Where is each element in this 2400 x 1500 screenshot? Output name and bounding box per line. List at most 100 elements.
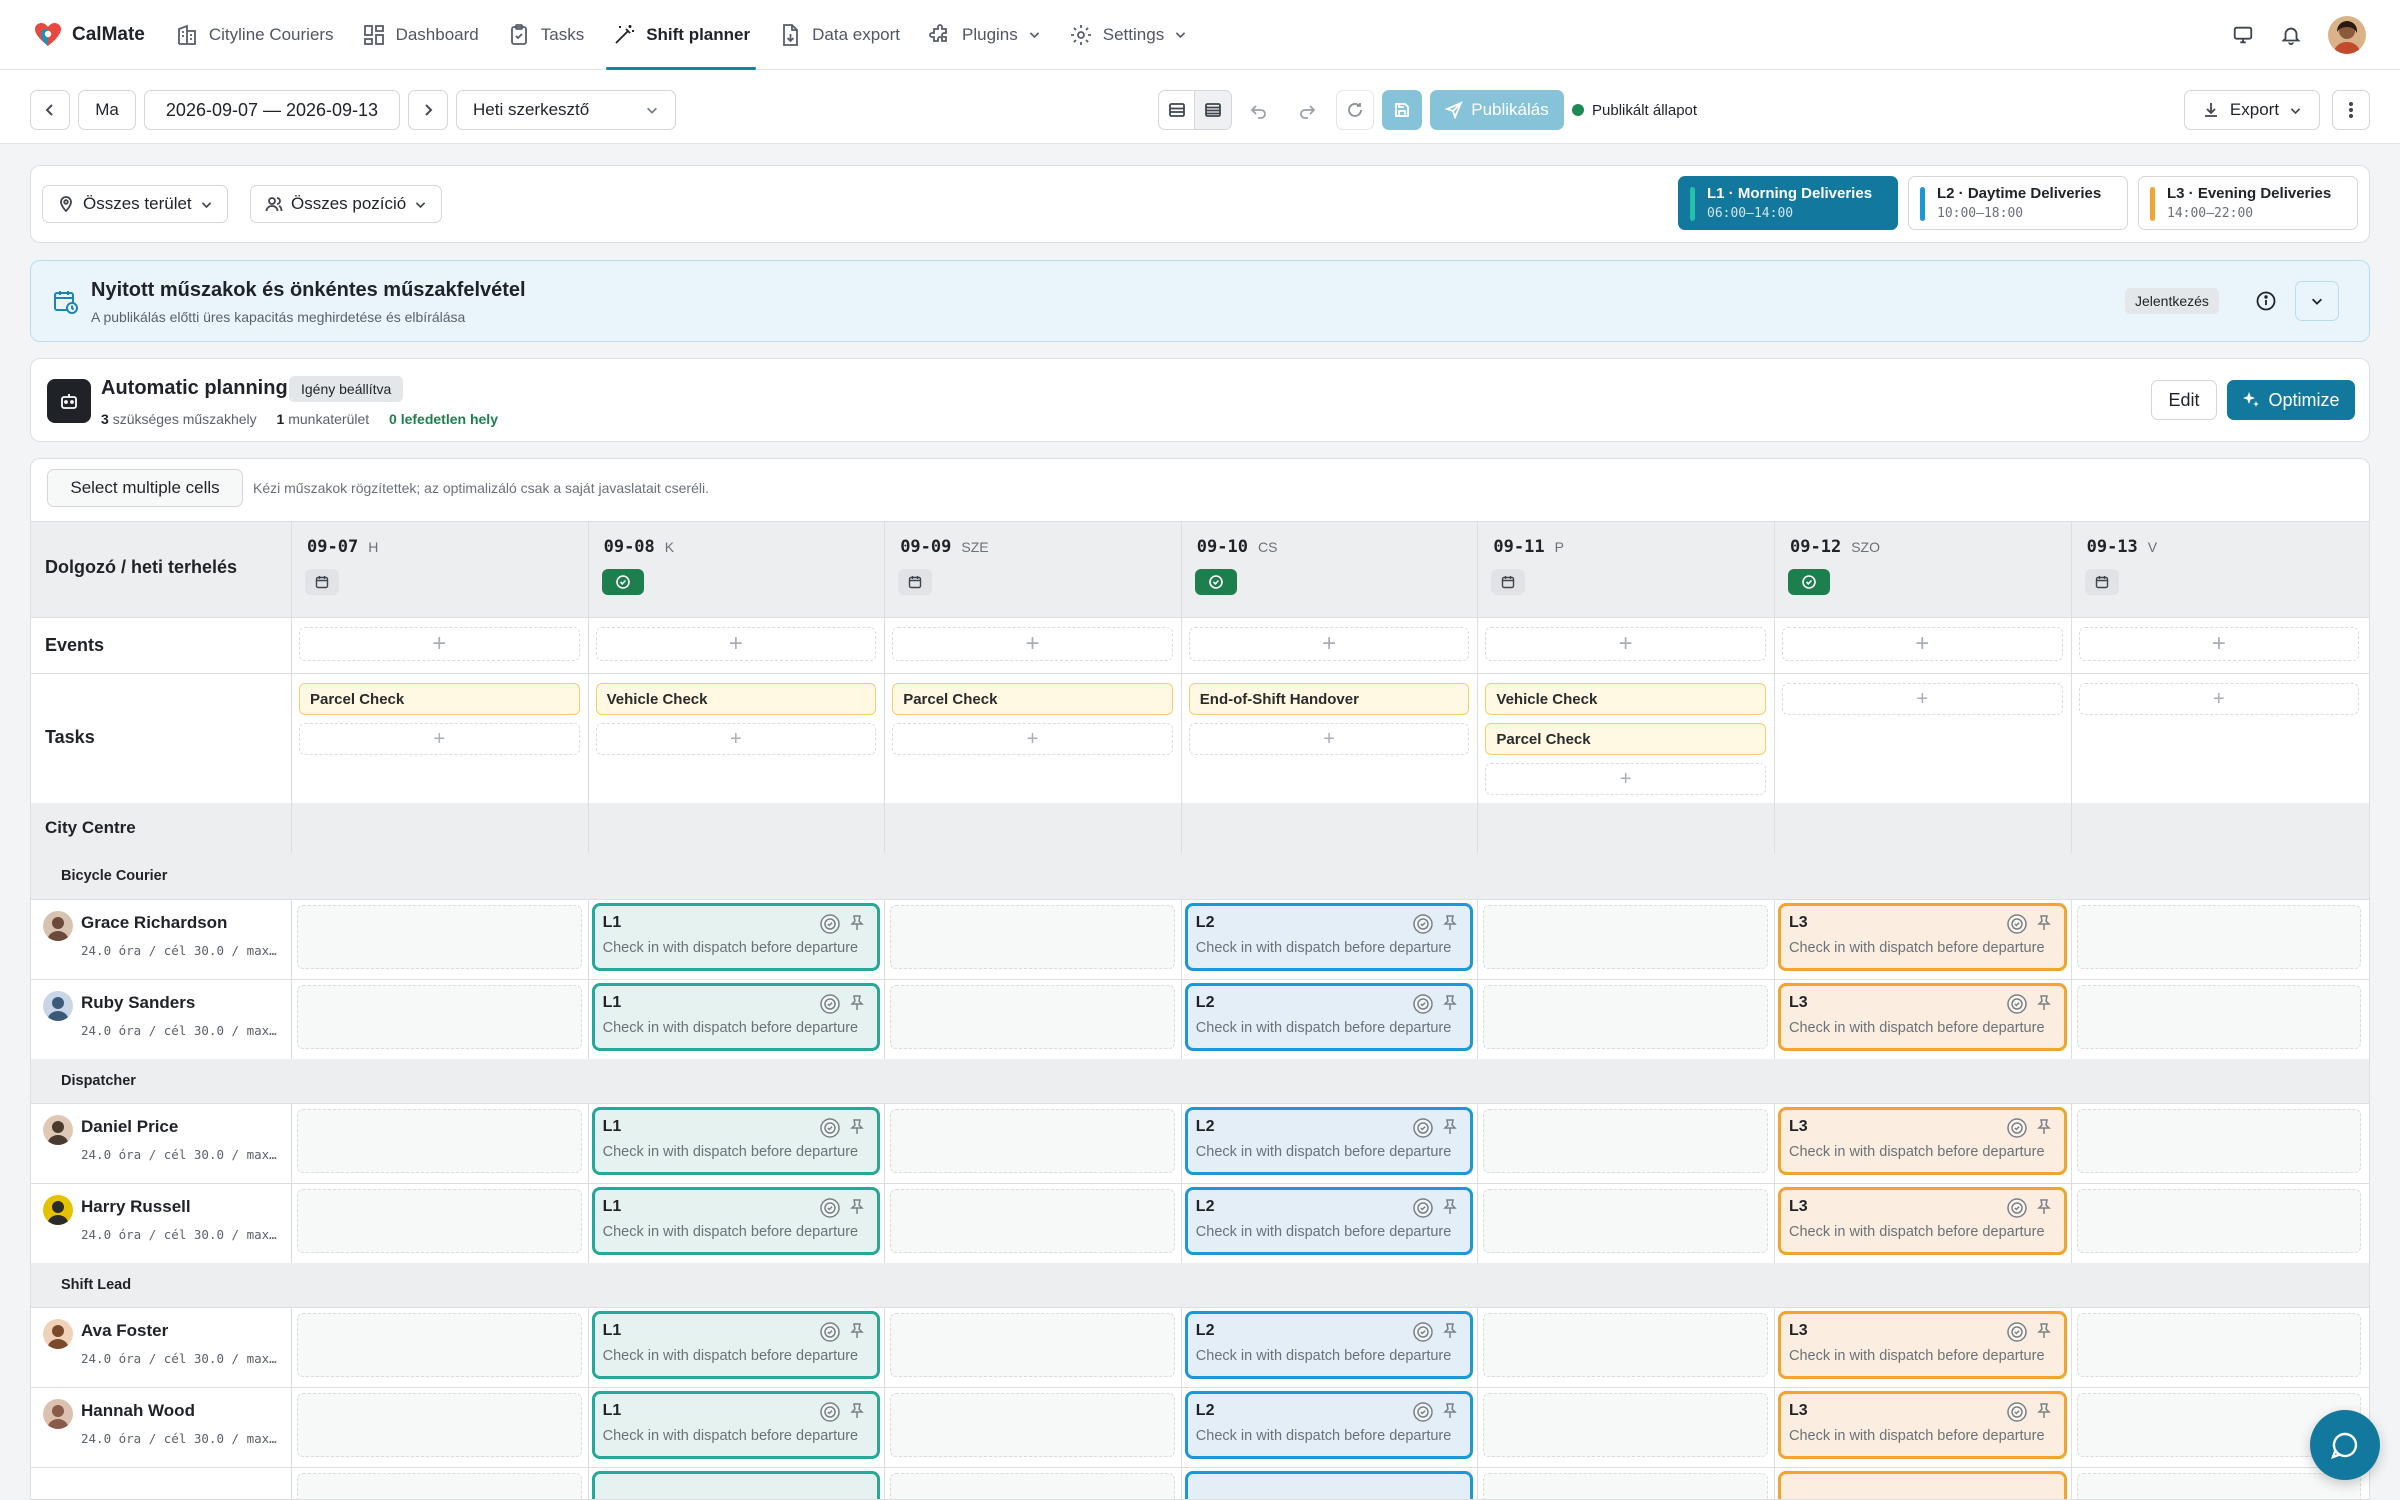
empty-shift-cell[interactable] xyxy=(1483,1393,1768,1457)
apply-badge[interactable]: Jelentkezés xyxy=(2125,288,2219,314)
add-event-button[interactable]: + xyxy=(892,627,1173,661)
shift-approved-icon[interactable] xyxy=(819,1401,841,1423)
empty-shift-cell[interactable] xyxy=(297,1473,582,1499)
next-week-button[interactable] xyxy=(408,90,448,130)
compact-view-button[interactable] xyxy=(1159,91,1196,129)
employee-name[interactable]: Grace Richardson xyxy=(81,913,227,933)
shift-type-l2[interactable]: L2 · Daytime Deliveries 10:00–18:00 xyxy=(1908,176,2128,230)
publish-button[interactable]: Publikálás xyxy=(1430,90,1564,130)
empty-shift-cell[interactable] xyxy=(890,1473,1175,1499)
shift-cell-l2[interactable]: L2 Check in with dispatch before departur… xyxy=(1184,1391,1474,1459)
empty-shift-cell[interactable] xyxy=(2076,1189,2362,1253)
pin-icon[interactable] xyxy=(2034,1197,2056,1219)
shift-cell-l1[interactable]: L1 Check in with dispatch before departur… xyxy=(591,1391,881,1459)
day-calendar-icon[interactable] xyxy=(2084,569,2119,595)
nav-item-tasks[interactable]: Tasks xyxy=(493,0,598,70)
employee-name[interactable]: Harry Russell xyxy=(81,1197,191,1217)
pin-icon[interactable] xyxy=(2034,993,2056,1015)
empty-shift-cell[interactable] xyxy=(890,1189,1175,1253)
shift-approved-icon[interactable] xyxy=(1412,1401,1434,1423)
shift-approved-icon[interactable] xyxy=(2006,913,2028,935)
day-header-09-08[interactable]: 09-08 K xyxy=(604,537,675,557)
reset-button[interactable] xyxy=(1336,90,1374,130)
empty-shift-cell[interactable] xyxy=(297,905,582,969)
pin-icon[interactable] xyxy=(1440,1117,1462,1139)
info-icon[interactable] xyxy=(2255,290,2277,312)
pin-icon[interactable] xyxy=(847,993,869,1015)
empty-shift-cell[interactable] xyxy=(890,1109,1175,1173)
task-chip[interactable]: Vehicle Check xyxy=(1485,683,1766,715)
day-header-09-13[interactable]: 09-13 V xyxy=(2087,537,2158,557)
task-chip[interactable]: End-of-Shift Handover xyxy=(1188,683,1470,715)
empty-shift-cell[interactable] xyxy=(1483,1189,1768,1253)
shift-approved-icon[interactable] xyxy=(819,1117,841,1139)
pin-icon[interactable] xyxy=(847,1401,869,1423)
shift-cell-l1[interactable]: L1 Check in with dispatch before departur… xyxy=(591,1107,881,1175)
add-task-button[interactable]: + xyxy=(1782,683,2063,715)
empty-shift-cell[interactable] xyxy=(1483,985,1768,1049)
shift-approved-icon[interactable] xyxy=(819,913,841,935)
pin-icon[interactable] xyxy=(1440,1197,1462,1219)
expanded-view-button[interactable] xyxy=(1195,91,1231,129)
shift-cell-partial[interactable] xyxy=(1778,1471,2067,1499)
shift-cell-l3[interactable]: L3 Check in with dispatch before departur… xyxy=(1778,983,2067,1051)
pin-icon[interactable] xyxy=(1440,1321,1462,1343)
prev-week-button[interactable] xyxy=(30,90,70,130)
nav-item-dashboard[interactable]: Dashboard xyxy=(348,0,493,70)
shift-approved-icon[interactable] xyxy=(819,1197,841,1219)
task-chip[interactable]: Parcel Check xyxy=(892,683,1173,715)
shift-approved-icon[interactable] xyxy=(1412,913,1434,935)
date-range-picker[interactable]: 2026-09-07 — 2026-09-13 xyxy=(144,90,400,130)
shift-approved-icon[interactable] xyxy=(2006,993,2028,1015)
shift-cell-l2[interactable]: L2 Check in with dispatch before departur… xyxy=(1184,983,1474,1051)
shift-cell-l3[interactable]: L3 Check in with dispatch before departur… xyxy=(1778,1311,2067,1379)
empty-shift-cell[interactable] xyxy=(1483,905,1768,969)
empty-shift-cell[interactable] xyxy=(890,1393,1175,1457)
pin-icon[interactable] xyxy=(1440,913,1462,935)
shift-cell-l2[interactable]: L2 Check in with dispatch before departur… xyxy=(1184,1107,1474,1175)
task-chip[interactable]: Parcel Check xyxy=(1485,723,1766,755)
shift-cell-l3[interactable]: L3 Check in with dispatch before departur… xyxy=(1778,1187,2067,1255)
export-button[interactable]: Export xyxy=(2184,90,2320,130)
shift-cell-l1[interactable]: L1 Check in with dispatch before departur… xyxy=(591,1311,881,1379)
add-task-button[interactable]: + xyxy=(299,723,580,755)
day-calendar-icon[interactable] xyxy=(305,569,339,595)
nav-item-cityline-couriers[interactable]: Cityline Couriers xyxy=(161,0,348,70)
add-event-button[interactable]: + xyxy=(595,627,877,661)
empty-shift-cell[interactable] xyxy=(890,1313,1175,1377)
shift-cell-l3[interactable]: L3 Check in with dispatch before departur… xyxy=(1778,1107,2067,1175)
shift-cell-l2[interactable]: L2 Check in with dispatch before departur… xyxy=(1184,903,1474,971)
position-filter[interactable]: Összes pozíció xyxy=(250,185,443,223)
add-event-button[interactable]: + xyxy=(1782,627,2063,661)
empty-shift-cell[interactable] xyxy=(2076,985,2362,1049)
shift-approved-icon[interactable] xyxy=(819,1321,841,1343)
employee-name[interactable]: Ruby Sanders xyxy=(81,993,195,1013)
shift-cell-partial[interactable] xyxy=(1184,1471,1474,1499)
optimize-button[interactable]: Optimize xyxy=(2227,380,2355,420)
pin-icon[interactable] xyxy=(1440,1401,1462,1423)
task-chip[interactable]: Parcel Check xyxy=(299,683,580,715)
shift-approved-icon[interactable] xyxy=(2006,1117,2028,1139)
pin-icon[interactable] xyxy=(2034,1117,2056,1139)
shift-cell-l1[interactable]: L1 Check in with dispatch before departur… xyxy=(591,903,881,971)
shift-type-l1[interactable]: L1 · Morning Deliveries 06:00–14:00 xyxy=(1678,176,1898,230)
collapse-banner-button[interactable] xyxy=(2295,281,2339,321)
user-avatar[interactable] xyxy=(2328,16,2366,54)
empty-shift-cell[interactable] xyxy=(2076,1473,2362,1499)
today-button[interactable]: Ma xyxy=(78,90,136,130)
nav-item-plugins[interactable]: Plugins xyxy=(914,0,1055,70)
redo-icon[interactable] xyxy=(1298,102,1316,120)
shift-approved-icon[interactable] xyxy=(2006,1197,2028,1219)
employee-name[interactable]: Daniel Price xyxy=(81,1117,178,1137)
shift-cell-l2[interactable]: L2 Check in with dispatch before departur… xyxy=(1184,1187,1474,1255)
add-event-button[interactable]: + xyxy=(1188,627,1470,661)
select-multiple-button[interactable]: Select multiple cells xyxy=(47,469,243,507)
pin-icon[interactable] xyxy=(2034,1401,2056,1423)
shift-approved-icon[interactable] xyxy=(1412,1321,1434,1343)
add-task-button[interactable]: + xyxy=(595,723,877,755)
empty-shift-cell[interactable] xyxy=(1483,1313,1768,1377)
shift-cell-l1[interactable]: L1 Check in with dispatch before departur… xyxy=(591,983,881,1051)
empty-shift-cell[interactable] xyxy=(890,985,1175,1049)
pin-icon[interactable] xyxy=(2034,913,2056,935)
empty-shift-cell[interactable] xyxy=(297,1393,582,1457)
